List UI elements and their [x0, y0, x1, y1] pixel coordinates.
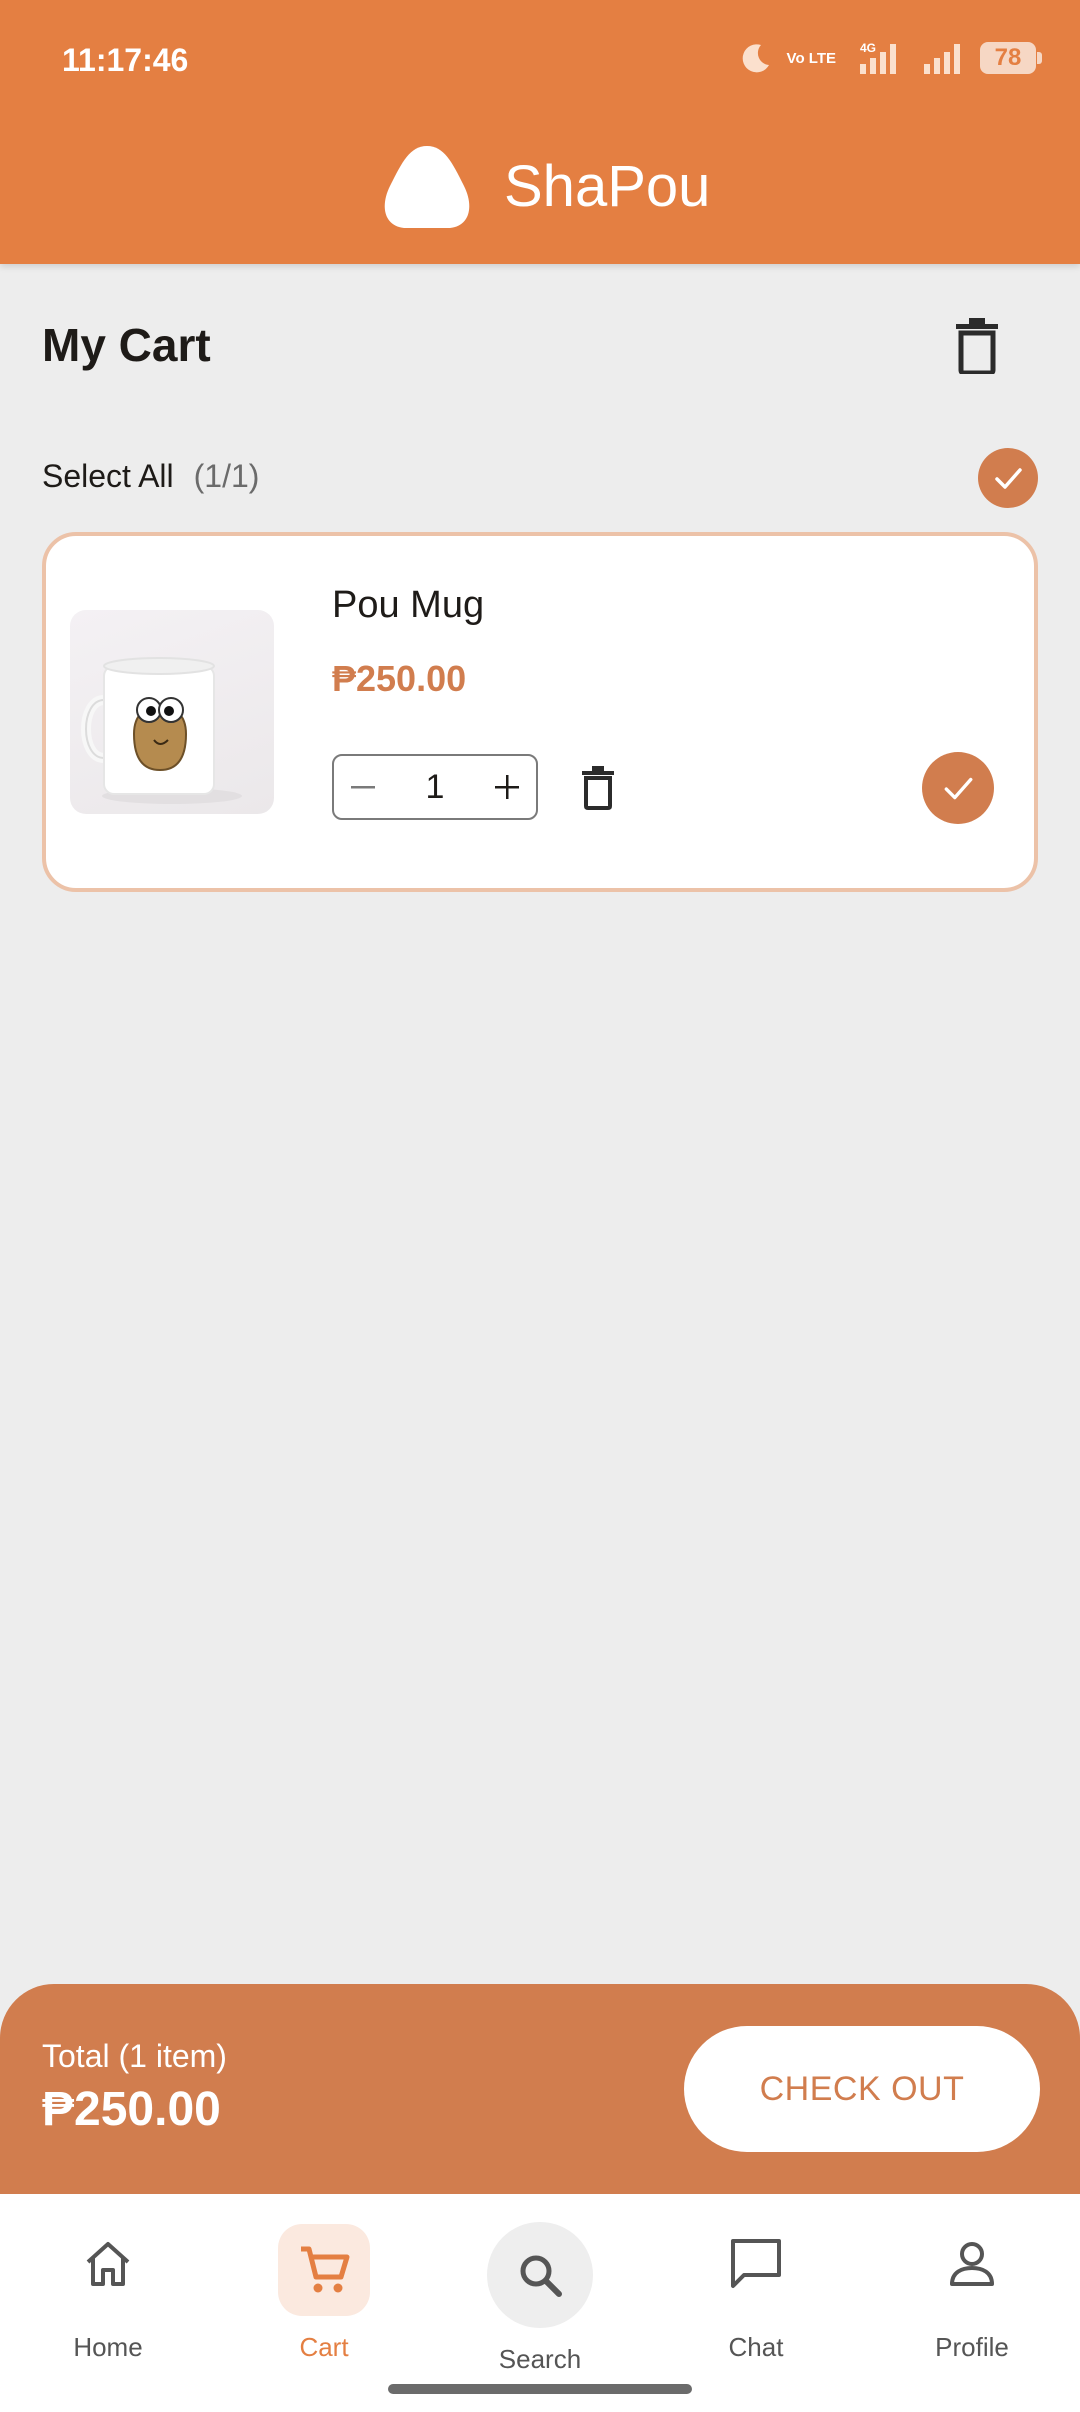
delete-all-icon[interactable]	[952, 318, 1002, 374]
signal-icon	[924, 44, 960, 74]
nav-cart[interactable]: Cart	[216, 2194, 432, 2394]
logo-icon	[384, 146, 470, 228]
delete-item-icon[interactable]	[580, 766, 616, 810]
cart-item-card: Pou Mug ₱250.00 1	[42, 532, 1038, 892]
nav-search[interactable]: Search	[432, 2194, 648, 2394]
item-price: ₱250.00	[332, 658, 467, 699]
checkout-button[interactable]: CHECK OUT	[684, 2026, 1040, 2152]
volte-indicator: Vo LTE	[786, 49, 836, 67]
moon-icon	[742, 44, 769, 73]
bottom-nav: Home Cart Search Chat Profile	[0, 2194, 1080, 2412]
item-checkbox[interactable]	[922, 752, 994, 824]
home-indicator[interactable]	[388, 2384, 692, 2394]
cart-icon	[301, 2246, 350, 2293]
app-header: 11:17:46 Vo LTE 4G 78 ShaPou	[0, 0, 1080, 264]
signal-4g-icon: 4G	[860, 41, 896, 74]
nav-label-home: Home	[73, 2332, 143, 2362]
chat-icon	[731, 2239, 781, 2288]
quantity-value[interactable]: 1	[426, 768, 445, 807]
nav-label-cart: Cart	[299, 2332, 349, 2362]
svg-text:4G: 4G	[860, 41, 876, 55]
brand-name: ShaPou	[504, 153, 711, 219]
search-icon	[520, 2255, 562, 2297]
check-icon	[995, 468, 1022, 489]
select-all-row[interactable]: Select All (1/1)	[42, 458, 259, 495]
battery-indicator: 78	[980, 42, 1042, 74]
select-all-count: (1/1)	[193, 458, 260, 494]
brand: ShaPou	[378, 142, 710, 230]
nav-label-profile: Profile	[935, 2332, 1009, 2362]
checkout-bar: Total (1 item) ₱250.00 CHECK OUT	[0, 1984, 1080, 2194]
search-bubble	[487, 2222, 593, 2328]
nav-label-search: Search	[498, 2344, 582, 2374]
nav-label-chat: Chat	[728, 2332, 784, 2362]
nav-profile[interactable]: Profile	[864, 2194, 1080, 2394]
home-icon	[86, 2242, 130, 2286]
nav-chat[interactable]: Chat	[648, 2194, 864, 2394]
status-icons: Vo LTE 4G 78	[739, 40, 1042, 76]
plus-icon[interactable]	[492, 772, 522, 802]
total-value: ₱250.00	[42, 2083, 221, 2136]
select-all-label: Select All	[42, 458, 174, 494]
status-time: 11:17:46	[62, 42, 189, 78]
product-image[interactable]	[70, 610, 274, 814]
item-name[interactable]: Pou Mug	[332, 584, 484, 627]
select-all-checkbox[interactable]	[978, 448, 1038, 508]
check-icon	[944, 777, 973, 800]
profile-icon	[950, 2242, 994, 2286]
total-label: Total (1 item)	[42, 2038, 227, 2074]
page-title: My Cart	[42, 319, 211, 371]
cart-pill	[278, 2224, 370, 2316]
mug-illustration	[81, 657, 242, 804]
minus-icon[interactable]	[348, 772, 378, 802]
nav-home[interactable]: Home	[0, 2194, 216, 2394]
quantity-stepper: 1	[332, 754, 538, 820]
